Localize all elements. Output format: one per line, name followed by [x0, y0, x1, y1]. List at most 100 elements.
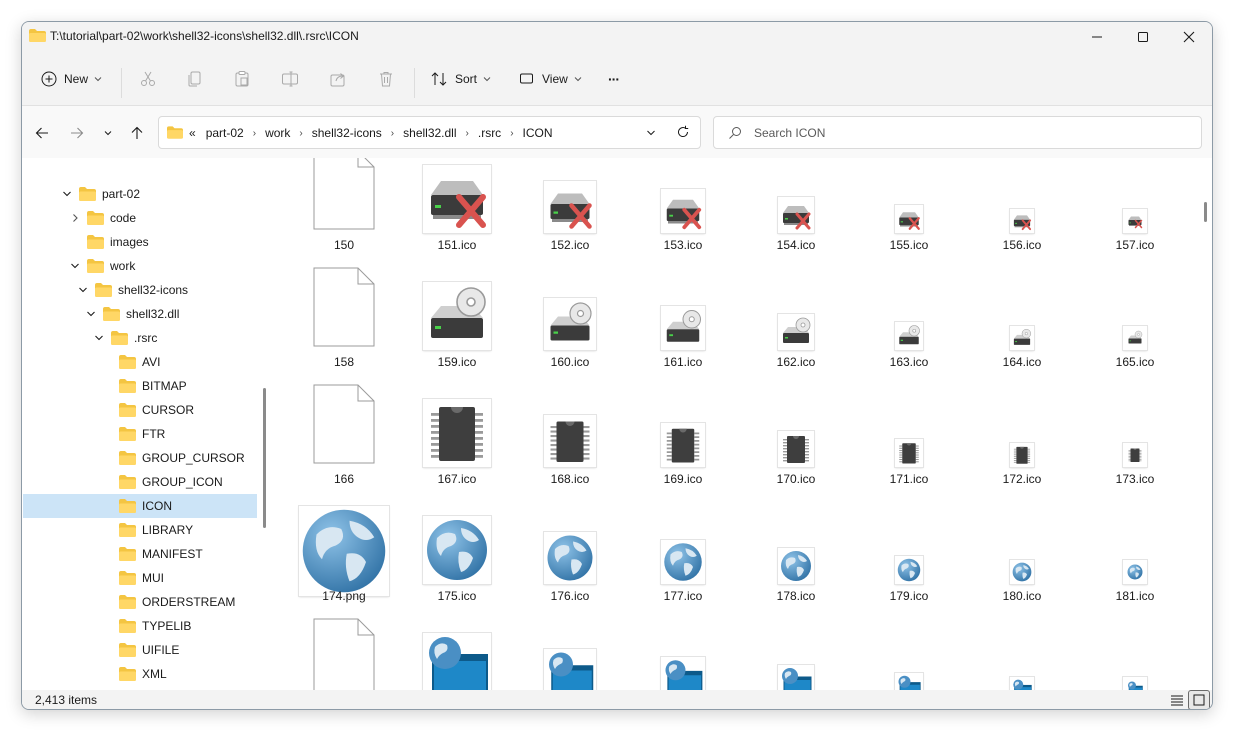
file-item[interactable]: 162.ico — [746, 272, 846, 389]
breadcrumb-shell32-icons[interactable]: shell32-icons — [312, 126, 382, 140]
file-item[interactable]: 173.ico — [1085, 389, 1185, 506]
sidebar-item[interactable]: part-02 — [23, 182, 257, 206]
sidebar-item[interactable]: code — [23, 206, 257, 230]
file-item[interactable] — [859, 623, 959, 690]
up-button[interactable] — [126, 122, 148, 144]
file-item[interactable] — [972, 623, 1072, 690]
file-item[interactable]: 152.ico — [520, 158, 620, 272]
breadcrumb-icon[interactable]: ICON — [523, 126, 553, 140]
sidebar-item[interactable]: TYPELIB — [23, 614, 257, 638]
chevron-right-icon[interactable] — [69, 212, 81, 224]
sidebar-scrollbar[interactable] — [263, 388, 266, 528]
search-box[interactable]: Search ICON — [713, 116, 1202, 149]
file-item[interactable]: 168.ico — [520, 389, 620, 506]
file-item[interactable]: 170.ico — [746, 389, 846, 506]
file-item[interactable]: 154.ico — [746, 158, 846, 272]
file-item[interactable] — [520, 623, 620, 690]
chevron-down-icon[interactable] — [61, 188, 73, 200]
sidebar-item[interactable]: AVI — [23, 350, 257, 374]
file-item[interactable] — [746, 623, 846, 690]
view-button[interactable]: View — [519, 64, 582, 94]
sidebar-item[interactable]: BITMAP — [23, 374, 257, 398]
file-item[interactable]: 169.ico — [633, 389, 733, 506]
sidebar-item[interactable]: .rsrc — [23, 326, 257, 350]
sidebar-item[interactable]: XML — [23, 662, 257, 686]
file-item[interactable]: 177.ico — [633, 506, 733, 623]
chevron-down-icon[interactable] — [646, 128, 656, 138]
file-item[interactable]: 157.ico — [1085, 158, 1185, 272]
breadcrumb-work[interactable]: work — [265, 126, 290, 140]
sidebar-item[interactable]: FTR — [23, 422, 257, 446]
chevron-right-icon[interactable]: › — [299, 128, 302, 139]
large-icons-view-button[interactable] — [1188, 690, 1210, 709]
file-item[interactable] — [407, 623, 507, 690]
sidebar-item[interactable]: GROUP_ICON — [23, 470, 257, 494]
search-input[interactable]: Search ICON — [754, 126, 825, 140]
breadcrumb-overflow[interactable]: « — [189, 126, 196, 140]
file-item[interactable]: 174.png — [294, 506, 394, 623]
file-item[interactable]: 181.ico — [1085, 506, 1185, 623]
sidebar-item[interactable]: shell32.dll — [23, 302, 257, 326]
cut-button[interactable] — [138, 69, 158, 89]
breadcrumb-shell32-dll[interactable]: shell32.dll — [403, 126, 456, 140]
file-item[interactable]: 176.ico — [520, 506, 620, 623]
sidebar-item[interactable]: CURSOR — [23, 398, 257, 422]
sidebar-item[interactable]: ORDERSTREAM — [23, 590, 257, 614]
rename-button[interactable] — [280, 69, 300, 89]
file-item[interactable] — [633, 623, 733, 690]
copy-button[interactable] — [185, 69, 205, 89]
file-item[interactable]: 151.ico — [407, 158, 507, 272]
chevron-down-icon[interactable] — [69, 260, 81, 272]
recent-locations-button[interactable] — [97, 122, 119, 144]
file-item[interactable]: 155.ico — [859, 158, 959, 272]
delete-button[interactable] — [376, 69, 396, 89]
address-bar[interactable]: « part-02 › work › shell32-icons › shell… — [158, 116, 701, 149]
new-button[interactable]: New — [41, 64, 102, 94]
file-grid-scrollbar[interactable] — [1204, 202, 1207, 222]
file-item[interactable]: 179.ico — [859, 506, 959, 623]
file-item[interactable]: 153.ico — [633, 158, 733, 272]
chevron-down-icon[interactable] — [93, 332, 105, 344]
file-item[interactable]: 165.ico — [1085, 272, 1185, 389]
file-item[interactable]: 175.ico — [407, 506, 507, 623]
breadcrumb-rsrc[interactable]: .rsrc — [478, 126, 501, 140]
details-view-button[interactable] — [1166, 690, 1188, 709]
file-item[interactable] — [1085, 623, 1185, 690]
file-item[interactable]: 160.ico — [520, 272, 620, 389]
file-item[interactable]: 171.ico — [859, 389, 959, 506]
sidebar-item[interactable]: MANIFEST — [23, 542, 257, 566]
chevron-right-icon[interactable]: › — [510, 128, 513, 139]
chevron-down-icon[interactable] — [85, 308, 97, 320]
file-item[interactable]: 172.ico — [972, 389, 1072, 506]
sidebar-item[interactable]: MUI — [23, 566, 257, 590]
see-more-button[interactable]: ··· — [608, 64, 620, 94]
file-item[interactable]: 158 — [294, 267, 394, 389]
back-button[interactable] — [31, 122, 53, 144]
sidebar-item[interactable]: shell32-icons — [23, 278, 257, 302]
sidebar-item[interactable]: LIBRARY — [23, 518, 257, 542]
close-button[interactable] — [1166, 22, 1212, 52]
file-item[interactable]: 167.ico — [407, 389, 507, 506]
sort-button[interactable]: Sort — [430, 64, 491, 94]
file-item[interactable]: 166 — [294, 384, 394, 506]
file-item[interactable]: 159.ico — [407, 272, 507, 389]
file-item[interactable]: 180.ico — [972, 506, 1072, 623]
refresh-icon[interactable] — [676, 125, 690, 139]
chevron-down-icon[interactable] — [77, 284, 89, 296]
sidebar-item[interactable]: UIFILE — [23, 638, 257, 662]
chevron-right-icon[interactable]: › — [466, 128, 469, 139]
sidebar-item[interactable]: work — [23, 254, 257, 278]
file-item[interactable]: 163.ico — [859, 272, 959, 389]
maximize-button[interactable] — [1120, 22, 1166, 52]
file-item[interactable]: 150 — [294, 158, 394, 272]
file-item[interactable]: 178.ico — [746, 506, 846, 623]
sidebar-item[interactable]: ICON — [23, 494, 257, 518]
file-item[interactable]: 161.ico — [633, 272, 733, 389]
file-item[interactable]: 156.ico — [972, 158, 1072, 272]
sidebar-item[interactable]: GROUP_CURSOR — [23, 446, 257, 470]
chevron-right-icon[interactable]: › — [391, 128, 394, 139]
minimize-button[interactable] — [1074, 22, 1120, 52]
file-item[interactable]: 164.ico — [972, 272, 1072, 389]
file-item[interactable] — [294, 618, 394, 690]
paste-button[interactable] — [232, 69, 252, 89]
